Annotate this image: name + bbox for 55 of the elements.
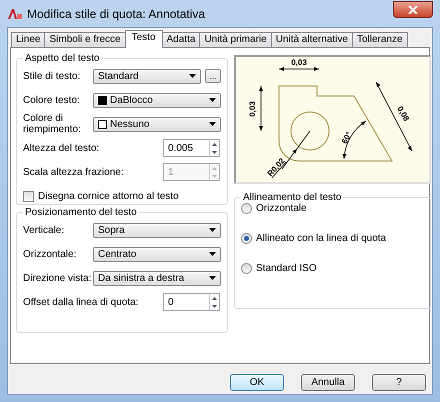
dropdown[interactable]: Da sinistra a destra	[93, 270, 221, 286]
caret-icon	[209, 276, 216, 280]
tab[interactable]: Testo	[124, 30, 163, 48]
field-label: Orizzontale:	[23, 248, 78, 260]
tab[interactable]: Simboli e frecce	[44, 32, 126, 47]
close-icon	[408, 6, 418, 14]
tab[interactable]: Tolleranze	[352, 32, 408, 47]
radio-option[interactable]: Standard ISO	[241, 263, 424, 274]
app-logo-icon	[7, 8, 23, 20]
tab[interactable]: Linee	[11, 32, 46, 47]
radio-button[interactable]	[241, 233, 252, 244]
radio-button[interactable]	[241, 263, 252, 274]
field-label: Direzione vista:	[23, 272, 92, 284]
dropdown[interactable]: Sopra	[93, 222, 221, 238]
dropdown[interactable]: Centrato	[93, 246, 221, 262]
dimension-label: 0,03	[248, 101, 257, 117]
checkbox[interactable]	[23, 190, 34, 202]
caret-icon	[189, 74, 196, 78]
radio-option[interactable]: Orizzontale	[241, 203, 424, 214]
tab[interactable]: Unità primarie	[199, 32, 272, 47]
field-label: Altezza del testo:	[23, 142, 100, 154]
group-title: Allineamento del testo	[242, 192, 342, 203]
dialog-button[interactable]: ?	[372, 374, 426, 391]
caret-icon	[209, 122, 216, 126]
caret-icon	[209, 98, 216, 102]
dimension-label: 60°	[340, 130, 354, 146]
checkbox-label[interactable]: Disegna cornice attorno al testo	[23, 190, 179, 202]
field-label: Colore testo:	[23, 94, 81, 106]
group-title: Posizionamento del testo	[24, 207, 138, 218]
browse-button[interactable]: ...	[205, 69, 221, 83]
dropdown[interactable]: Standard	[93, 68, 201, 84]
window-title: Modifica stile di quota: Annotativa	[27, 6, 206, 20]
spin-field[interactable]: 0.005	[163, 139, 220, 157]
radio-button[interactable]	[241, 203, 252, 214]
field-label: Colore di riempimento:	[23, 113, 82, 135]
caret-icon	[209, 228, 216, 232]
dialog-button[interactable]: OK	[230, 374, 284, 391]
tab[interactable]: Adatta	[162, 32, 200, 47]
group-title: Aspetto del testo	[24, 53, 100, 64]
radio-option[interactable]: Allineato con la linea di quota	[241, 233, 424, 244]
spin-arrows-icon	[209, 164, 219, 180]
close-button[interactable]	[393, 1, 433, 18]
dialog-button[interactable]: Annulla	[301, 374, 355, 391]
field-label: Scala altezza frazione:	[23, 166, 125, 178]
tab[interactable]: Unità alternative	[270, 32, 353, 47]
spin-field[interactable]: 0	[163, 293, 220, 311]
dimension-label: 0,03	[291, 58, 307, 67]
spin-arrows-icon	[209, 140, 219, 156]
caret-icon	[209, 252, 216, 256]
field-label: Stile di testo:	[23, 70, 82, 82]
spin-arrows-icon	[209, 294, 219, 310]
dropdown[interactable]: Nessuno	[93, 116, 221, 132]
field-label: Verticale:	[23, 224, 66, 236]
field-label: Offset dalla linea di quota:	[23, 296, 140, 308]
dropdown[interactable]: DaBlocco	[93, 92, 221, 108]
